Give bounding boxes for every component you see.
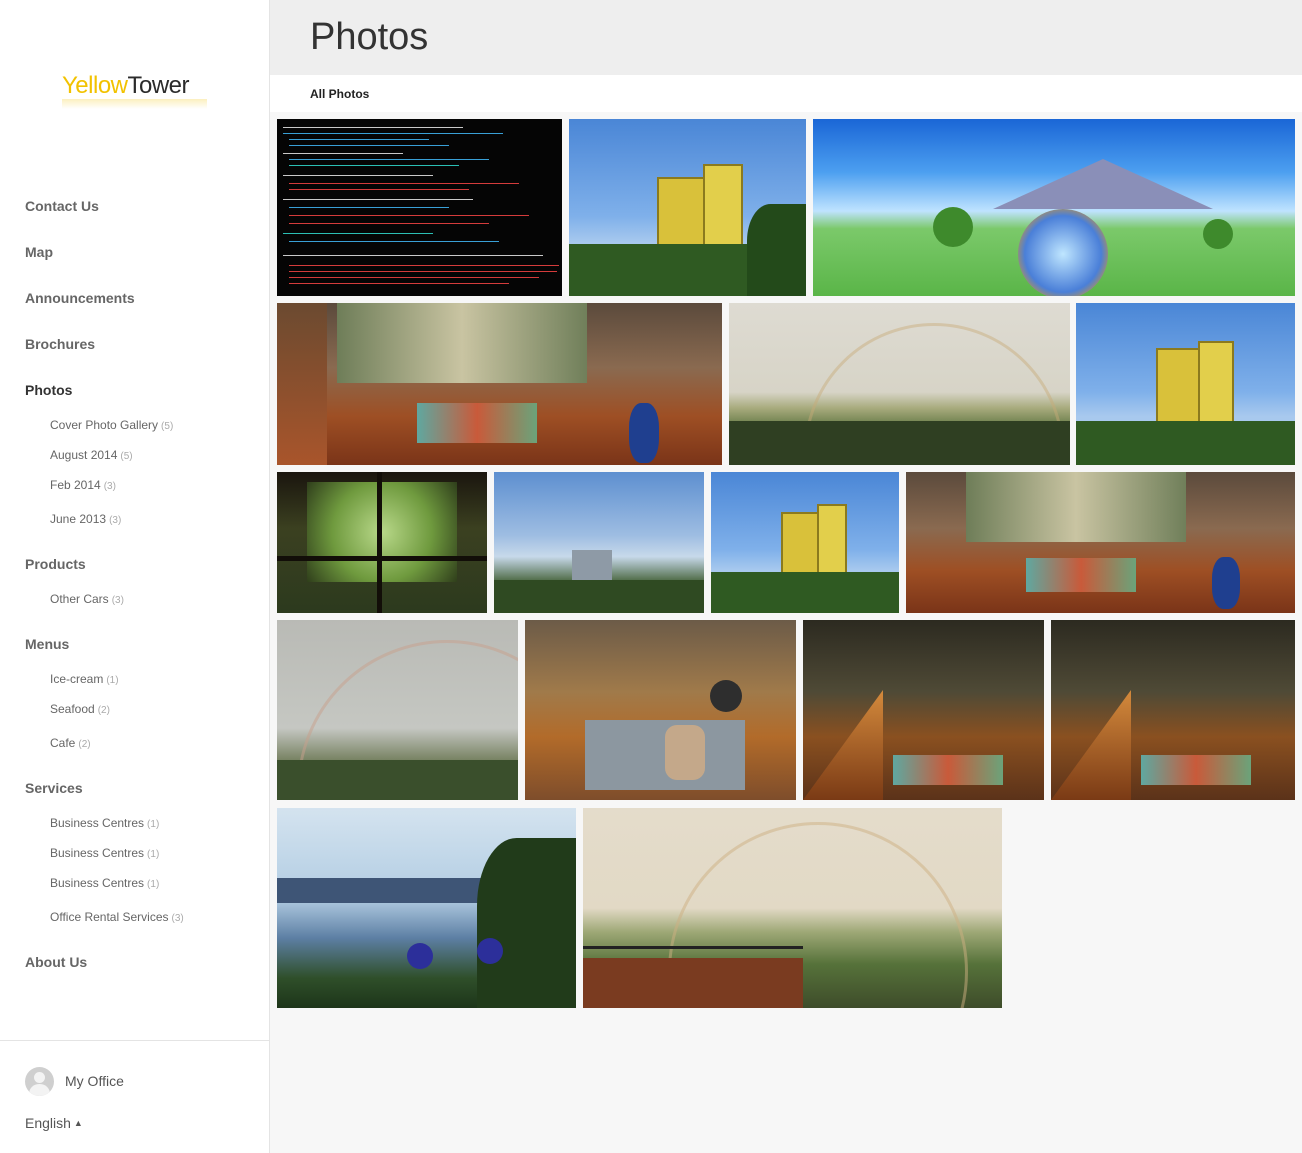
- photo-city-skyline[interactable]: [494, 472, 704, 613]
- photo-yellow-tower-building-2[interactable]: [1076, 303, 1295, 465]
- nav-services[interactable]: Services: [25, 780, 83, 796]
- nav-sub-feb-2014[interactable]: Feb 2014 (3): [50, 478, 116, 492]
- nav-sub-business-centres-3[interactable]: Business Centres (1): [50, 876, 159, 890]
- nav-sub-august-2014[interactable]: August 2014 (5): [50, 448, 133, 462]
- nav-map[interactable]: Map: [25, 244, 53, 260]
- photo-terminal-screenshot[interactable]: [277, 119, 562, 296]
- page-title: Photos: [310, 16, 429, 58]
- nav-sub-other-cars[interactable]: Other Cars (3): [50, 592, 124, 606]
- nav-sub-office-rental-services[interactable]: Office Rental Services (3): [50, 910, 184, 924]
- nav-photos[interactable]: Photos: [25, 382, 72, 398]
- nav-sub-ice-cream[interactable]: Ice-cream (1): [50, 672, 119, 686]
- photo-rainbow-over-river[interactable]: [277, 620, 518, 800]
- photo-river-view-flowers[interactable]: [277, 808, 576, 1008]
- nav-announcements[interactable]: Announcements: [25, 290, 135, 306]
- tab-bar: All Photos: [270, 75, 1302, 112]
- photo-loft-interior-2[interactable]: [906, 472, 1295, 613]
- nav-contact-us[interactable]: Contact Us: [25, 198, 99, 214]
- photo-fantasy-landscape[interactable]: [813, 119, 1295, 296]
- photo-lobby-interior[interactable]: [525, 620, 796, 800]
- sidebar: YellowTower Contact Us Map Announcements…: [0, 0, 270, 1153]
- nav-sub-seafood[interactable]: Seafood (2): [50, 702, 110, 716]
- tab-all-photos[interactable]: All Photos: [310, 87, 369, 101]
- logo-text-tower: Tower: [127, 72, 190, 99]
- avatar[interactable]: [25, 1067, 54, 1096]
- photo-rainbow-over-city[interactable]: [729, 303, 1070, 465]
- nav-sub-business-centres-2[interactable]: Business Centres (1): [50, 846, 159, 860]
- nav-sub-business-centres-1[interactable]: Business Centres (1): [50, 816, 159, 830]
- nav-sub-cover-photo-gallery[interactable]: Cover Photo Gallery (5): [50, 418, 173, 432]
- logo-reflection: [62, 99, 207, 109]
- nav-menus[interactable]: Menus: [25, 636, 69, 652]
- photo-loft-staircase-evening-2[interactable]: [1051, 620, 1295, 800]
- photo-window-vines[interactable]: [277, 472, 487, 613]
- nav-sub-june-2013[interactable]: June 2013 (3): [50, 512, 121, 526]
- photo-yellow-tower-building-3[interactable]: [711, 472, 899, 613]
- avatar-body: [29, 1084, 50, 1096]
- nav-brochures[interactable]: Brochures: [25, 336, 95, 352]
- caret-up-icon: ▲: [73, 1118, 83, 1128]
- language-selector[interactable]: English ▲: [25, 1115, 83, 1131]
- photo-loft-interior[interactable]: [277, 303, 722, 465]
- page-header: Photos: [270, 0, 1302, 75]
- my-office-link[interactable]: My Office: [65, 1073, 124, 1089]
- yellow-tower-logo[interactable]: YellowTower: [62, 68, 212, 118]
- photo-yellow-tower-building[interactable]: [569, 119, 806, 296]
- nav-about-us[interactable]: About Us: [25, 954, 87, 970]
- nav-sub-cafe[interactable]: Cafe (2): [50, 736, 91, 750]
- sidebar-footer: My Office English ▲: [0, 1040, 269, 1153]
- photo-loft-staircase-evening[interactable]: [803, 620, 1044, 800]
- logo-text-yellow: Yellow: [62, 72, 128, 99]
- nav-products[interactable]: Products: [25, 556, 86, 572]
- language-label: English: [25, 1115, 71, 1131]
- avatar-head: [34, 1072, 45, 1083]
- photo-rainbow-panorama-balcony[interactable]: [583, 808, 1002, 1008]
